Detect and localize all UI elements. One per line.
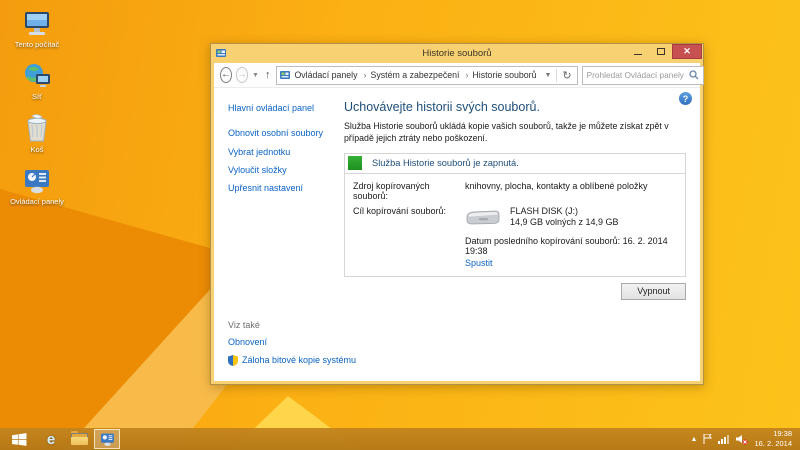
close-icon: ✕ [683, 47, 691, 56]
refresh-icon[interactable]: ↻ [560, 69, 573, 82]
internet-explorer-icon: e [47, 432, 55, 447]
sidebar-item-exclude-folders[interactable]: Vyloučit složky [228, 165, 340, 176]
desktop-icon-label: Koš [6, 145, 68, 154]
volume-muted-icon[interactable] [736, 434, 748, 445]
control-panel-icon [6, 163, 68, 195]
recent-pages-chevron-icon[interactable]: ▼ [252, 72, 259, 79]
breadcrumb-system-security[interactable]: Systém a zabezpečení [360, 70, 460, 80]
network-signal-icon[interactable] [718, 434, 730, 444]
this-pc-icon [6, 6, 68, 38]
last-copy-date: Datum posledního kopírování souborů: 16.… [465, 236, 675, 256]
recycle-bin-icon [6, 111, 68, 143]
run-now-link[interactable]: Spustit [465, 258, 493, 268]
desktop-icon-label: Tento počítač [6, 40, 68, 49]
content-area: ? Hlavní ovládací panel Obnovit osobní s… [214, 88, 700, 381]
close-button[interactable]: ✕ [672, 44, 702, 59]
file-explorer-icon [71, 433, 88, 445]
page-description: Služba Historie souborů ukládá kopie vaš… [344, 120, 686, 145]
window-titlebar[interactable]: Historie souborů ✕ [211, 44, 703, 63]
see-also-header: Viz také [228, 320, 388, 330]
sidebar-item-advanced-settings[interactable]: Upřesnit nastavení [228, 183, 340, 194]
page-title: Uchovávejte historii svých souborů. [344, 100, 686, 114]
clock-time: 19:38 [754, 429, 792, 439]
breadcrumb-file-history[interactable]: Historie souborů [461, 70, 536, 80]
minimize-icon [634, 54, 642, 55]
taskbar-control-panel-button-active[interactable] [94, 429, 120, 449]
network-icon [6, 58, 68, 90]
back-button[interactable]: ← [220, 67, 232, 83]
desktop: Tento počítač Síť [0, 0, 800, 450]
desktop-icon-label: Síť [6, 92, 68, 101]
drive-free-space: 14,9 GB volných z 14,9 GB [510, 217, 619, 229]
search-box[interactable] [582, 66, 704, 85]
address-bar[interactable]: Ovládací panely Systém a zabezpečení His… [276, 66, 577, 85]
navigation-toolbar: ← → ▼ ↑ Ovládací panely Systém a zabezpe… [214, 63, 700, 88]
maximize-button[interactable] [649, 44, 672, 59]
back-arrow-icon: ← [221, 70, 231, 80]
task-sidebar: Hlavní ovládací panel Obnovit osobní sou… [228, 103, 340, 201]
sidebar-item-control-panel-home[interactable]: Hlavní ovládací panel [228, 103, 340, 114]
status-on-indicator [348, 156, 362, 170]
see-also-section: Viz také Obnovení Záloha bitové kopie sy… [228, 320, 388, 373]
sidebar-item-recovery[interactable]: Obnovení [228, 337, 388, 348]
copy-source-label: Zdroj kopírovaných souborů: [353, 181, 465, 201]
file-history-window: Historie souborů ✕ ← → ▼ ↑ [210, 43, 704, 385]
desktop-icon-this-pc[interactable]: Tento počítač [6, 6, 68, 49]
start-button[interactable] [0, 428, 38, 450]
status-header: Služba Historie souborů je zapnutá. [345, 154, 685, 174]
desktop-icon-control-panel[interactable]: Ovládací panely [6, 163, 68, 206]
drive-name: FLASH DISK (J:) [510, 206, 619, 218]
taskbar-ie-button[interactable]: e [38, 428, 64, 450]
action-center-flag-icon[interactable] [703, 434, 712, 444]
hidden-icons-chevron-icon[interactable]: ▲ [691, 436, 698, 443]
sidebar-item-restore-files[interactable]: Obnovit osobní soubory [228, 128, 340, 139]
up-button[interactable]: ↑ [265, 69, 271, 81]
maximize-icon [657, 48, 665, 55]
address-dropdown-chevron-icon[interactable]: ▼ [542, 72, 553, 79]
desktop-icon-network[interactable]: Síť [6, 58, 68, 101]
flash-drive-icon [465, 209, 501, 226]
clock-date: 16. 2. 2014 [754, 439, 792, 449]
address-location-icon [280, 70, 291, 81]
search-icon[interactable] [689, 70, 699, 80]
sidebar-item-select-drive[interactable]: Vybrat jednotku [228, 147, 340, 158]
window-body: ← → ▼ ↑ Ovládací panely Systém a zabezpe… [214, 63, 700, 381]
forward-arrow-icon: → [237, 70, 247, 80]
uac-shield-icon [228, 355, 238, 366]
taskbar-explorer-button[interactable] [66, 428, 92, 450]
copy-source-value: knihovny, plocha, kontakty a oblíbené po… [465, 181, 647, 201]
taskbar-clock[interactable]: 19:38 16. 2. 2014 [754, 429, 792, 449]
file-history-status-box: Služba Historie souborů je zapnutá. Zdro… [344, 153, 686, 277]
breadcrumb-control-panel[interactable]: Ovládací panely [294, 70, 357, 80]
breadcrumb: Ovládací panely Systém a zabezpečení His… [294, 70, 536, 80]
desktop-icon-label: Ovládací panely [6, 197, 68, 206]
copy-target-label: Cíl kopírování souborů: [353, 206, 465, 268]
main-panel: Uchovávejte historii svých souborů. Služ… [344, 100, 686, 300]
taskbar: e ▲ [0, 428, 800, 450]
status-text: Služba Historie souborů je zapnutá. [372, 158, 519, 168]
desktop-icon-recycle-bin[interactable]: Koš [6, 111, 68, 154]
system-tray: ▲ 19:38 16. 2. 2014 [691, 429, 800, 449]
forward-button[interactable]: → [236, 67, 248, 83]
search-input[interactable] [587, 70, 686, 80]
sidebar-item-system-image-backup[interactable]: Záloha bitové kopie systému [242, 355, 356, 366]
status-details: Zdroj kopírovaných souborů: knihovny, pl… [345, 174, 685, 276]
turn-off-button[interactable]: Vypnout [621, 283, 686, 300]
windows-logo-icon [12, 433, 27, 446]
desktop-icon-column: Tento počítač Síť [6, 6, 68, 216]
control-panel-taskbar-icon [99, 432, 116, 447]
minimize-button[interactable] [626, 44, 649, 59]
